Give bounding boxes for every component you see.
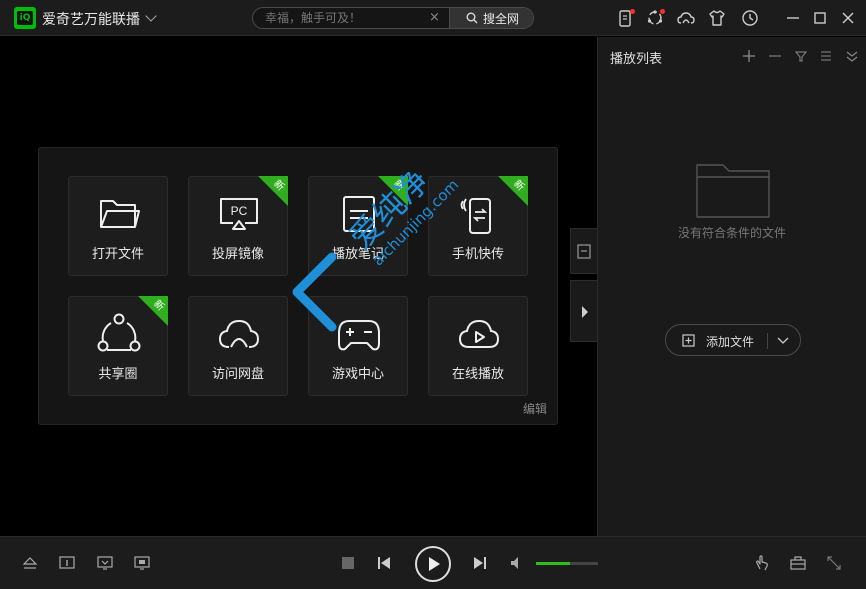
history-clock-icon[interactable] bbox=[740, 8, 760, 28]
playlist-panel: 播放列表 没有符合条件的文件 添加文件 bbox=[597, 37, 866, 536]
tile-label: 手机快传 bbox=[451, 247, 504, 262]
search-icon bbox=[466, 12, 478, 24]
playlist-empty-text: 没有符合条件的文件 bbox=[677, 226, 786, 240]
app-logo-text: iQ bbox=[17, 11, 33, 25]
playlist-title: 播放列表 bbox=[610, 52, 663, 67]
screen-cast-icon-text: PC bbox=[231, 204, 248, 218]
folder-icon bbox=[100, 200, 140, 228]
filter-icon[interactable] bbox=[794, 48, 808, 62]
volume-level bbox=[536, 562, 571, 565]
app-menu-chevron-icon[interactable] bbox=[145, 10, 157, 22]
player-controls-bar bbox=[0, 536, 866, 589]
skin-shirt-icon[interactable] bbox=[707, 8, 727, 28]
next-icon[interactable] bbox=[472, 555, 488, 571]
new-badge: 新 bbox=[138, 296, 168, 326]
new-badge: 新 bbox=[258, 176, 288, 206]
play-button[interactable] bbox=[415, 546, 451, 582]
notification-dot bbox=[630, 9, 635, 14]
divider bbox=[767, 333, 768, 349]
new-badge: 新 bbox=[498, 176, 528, 206]
tile-open-file[interactable]: 打开文件 bbox=[68, 176, 168, 276]
remove-icon[interactable] bbox=[768, 48, 782, 62]
main-area: 打开文件 PC 投屏镜像 新 播放笔记 新 手机快传 新 共享圈 新 访问网盘 bbox=[0, 37, 597, 536]
touch-icon[interactable] bbox=[754, 555, 770, 571]
list-icon[interactable] bbox=[819, 48, 833, 62]
tile-label: 在线播放 bbox=[451, 367, 504, 382]
add-icon[interactable] bbox=[742, 48, 756, 62]
info-icon[interactable] bbox=[59, 555, 75, 571]
cloud-play-icon bbox=[458, 319, 500, 348]
edit-link[interactable]: 编辑 bbox=[523, 400, 547, 417]
notes-side-icon bbox=[577, 244, 591, 259]
search-box: × 搜全网 bbox=[252, 7, 534, 29]
tile-screen-mirror[interactable]: PC 投屏镜像 新 bbox=[188, 176, 288, 276]
tile-label: 投屏镜像 bbox=[211, 247, 264, 262]
notes-side-tab[interactable] bbox=[570, 228, 597, 274]
search-all-label: 搜全网 bbox=[482, 11, 519, 26]
add-file-label: 添加文件 bbox=[706, 335, 755, 349]
gamepad-icon bbox=[338, 320, 380, 351]
tile-share-circle[interactable]: 共享圈 新 bbox=[68, 296, 168, 396]
empty-folder-icon bbox=[696, 164, 770, 218]
tile-label: 播放笔记 bbox=[331, 247, 384, 262]
tile-label: 打开文件 bbox=[91, 247, 144, 262]
tile-label: 游戏中心 bbox=[331, 367, 384, 382]
cloud-drive-icon bbox=[218, 319, 260, 348]
previous-icon[interactable] bbox=[376, 555, 392, 571]
add-file-button[interactable]: 添加文件 bbox=[665, 324, 801, 356]
tile-play-notes[interactable]: 播放笔记 新 bbox=[308, 176, 408, 276]
tile-game-center[interactable]: 游戏中心 bbox=[308, 296, 408, 396]
play-icon bbox=[429, 557, 440, 571]
tile-label: 共享圈 bbox=[98, 367, 138, 382]
search-clear-icon[interactable]: × bbox=[429, 10, 440, 25]
notes-icon bbox=[343, 196, 375, 232]
share-circle-toolbar-icon[interactable] bbox=[645, 8, 665, 28]
volume-slider[interactable] bbox=[536, 562, 598, 565]
new-badge: 新 bbox=[378, 176, 408, 206]
share-circle-icon bbox=[97, 313, 141, 352]
close-icon[interactable] bbox=[838, 8, 858, 28]
minimize-icon[interactable] bbox=[783, 8, 803, 28]
quick-actions-panel: 打开文件 PC 投屏镜像 新 播放笔记 新 手机快传 新 共享圈 新 访问网盘 bbox=[38, 147, 558, 425]
expand-arrow-icon bbox=[582, 306, 588, 318]
collapse-chevron-icon[interactable] bbox=[845, 48, 859, 62]
add-file-icon bbox=[682, 334, 695, 347]
tile-label: 访问网盘 bbox=[211, 367, 264, 382]
stop-icon[interactable] bbox=[340, 555, 356, 571]
tile-online-play[interactable]: 在线播放 bbox=[428, 296, 528, 396]
tile-phone-transfer[interactable]: 手机快传 新 bbox=[428, 176, 528, 276]
volume-icon[interactable] bbox=[509, 555, 525, 571]
app-title[interactable]: 爱奇艺万能联播 bbox=[42, 9, 140, 29]
toolbox-icon[interactable] bbox=[790, 555, 806, 571]
search-input[interactable] bbox=[253, 8, 449, 28]
title-bar: iQ 爱奇艺万能联播 × 搜全网 bbox=[0, 0, 866, 36]
add-options-chevron-icon[interactable] bbox=[776, 336, 790, 346]
maximize-icon[interactable] bbox=[810, 8, 830, 28]
screen-cast-small-icon[interactable] bbox=[134, 555, 150, 571]
phone-sync-icon[interactable] bbox=[615, 8, 635, 28]
cloud-toolbar-icon[interactable] bbox=[676, 8, 696, 28]
fullscreen-icon[interactable] bbox=[826, 555, 842, 571]
phone-transfer-icon bbox=[460, 198, 491, 234]
eject-icon[interactable] bbox=[22, 555, 38, 571]
expand-side-tab[interactable] bbox=[570, 280, 597, 342]
screen-cast-icon: PC bbox=[220, 198, 258, 230]
notification-dot bbox=[660, 9, 665, 14]
search-all-button[interactable]: 搜全网 bbox=[449, 8, 533, 28]
tile-cloud-drive[interactable]: 访问网盘 bbox=[188, 296, 288, 396]
app-logo: iQ bbox=[14, 7, 36, 29]
subtitle-icon[interactable] bbox=[97, 555, 113, 571]
